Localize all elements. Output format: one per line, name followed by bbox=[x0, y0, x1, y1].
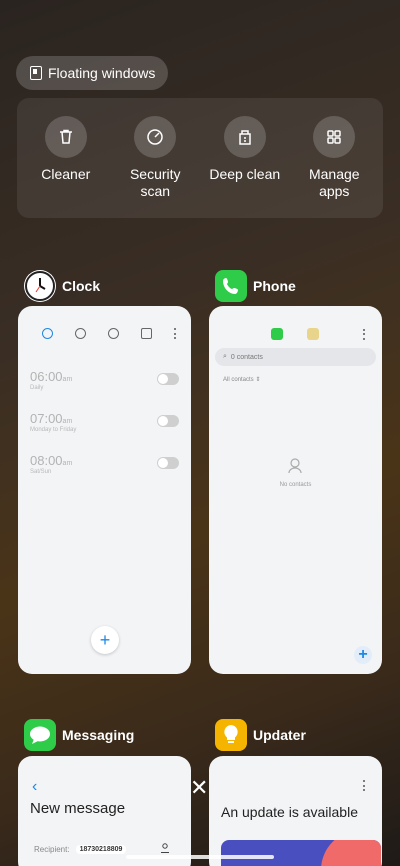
floating-window-icon bbox=[30, 66, 42, 80]
clock-app-card[interactable]: 06:00am Daily 07:00am Monday to Friday 0… bbox=[18, 306, 191, 674]
contacts-count: 0 contacts bbox=[230, 353, 263, 361]
cleaner-button[interactable]: Cleaner bbox=[21, 116, 111, 218]
messaging-app-header[interactable]: Messaging bbox=[24, 719, 134, 751]
updater-app-name: Updater bbox=[253, 727, 306, 743]
updater-app-card[interactable]: An update is available bbox=[209, 756, 382, 866]
alarm-item[interactable]: 07:00am Monday to Friday bbox=[30, 411, 191, 453]
contacts-search-input[interactable]: ⌕ 0 contacts bbox=[215, 348, 376, 366]
new-message-title: New message bbox=[30, 800, 126, 817]
phone-app-card[interactable]: ⌕ 0 contacts All contacts ⇕ No contacts … bbox=[209, 306, 382, 674]
clock-app-name: Clock bbox=[62, 278, 101, 294]
search-icon: ⌕ bbox=[223, 353, 227, 360]
timer-tab-icon[interactable] bbox=[141, 328, 152, 339]
messaging-app-card[interactable]: ‹ New message Recipient: 18730218809 bbox=[18, 756, 191, 866]
add-alarm-button[interactable]: + bbox=[91, 626, 119, 654]
messaging-app-icon bbox=[24, 719, 56, 751]
home-indicator[interactable] bbox=[126, 855, 274, 859]
deep-clean-label: Deep clean bbox=[209, 166, 281, 182]
deep-clean-button[interactable]: Deep clean bbox=[200, 116, 290, 218]
more-options-icon[interactable] bbox=[363, 780, 366, 791]
clock-app-icon bbox=[24, 270, 56, 302]
phone-tabs bbox=[209, 306, 382, 340]
world-clock-tab-icon[interactable] bbox=[75, 328, 86, 339]
clock-app-header[interactable]: Clock bbox=[24, 270, 100, 302]
recipient-chip[interactable]: 18730218809 bbox=[75, 844, 127, 854]
contacts-tab-icon[interactable] bbox=[307, 328, 319, 340]
alarm-item[interactable]: 06:00am Daily bbox=[30, 369, 191, 411]
phone-app-header[interactable]: Phone bbox=[215, 270, 296, 302]
floating-windows-label: Floating windows bbox=[48, 65, 156, 81]
quick-tools-panel: Cleaner Security scan Deep clean Manage ap… bbox=[17, 98, 383, 218]
deep-clean-icon bbox=[223, 116, 266, 158]
phone-tab-icon[interactable] bbox=[271, 328, 283, 340]
trash-icon bbox=[44, 116, 87, 158]
updater-app-icon bbox=[215, 719, 247, 751]
alarm-toggle[interactable] bbox=[157, 457, 179, 469]
stopwatch-tab-icon[interactable] bbox=[108, 328, 119, 339]
manage-apps-label: Manage apps bbox=[308, 166, 360, 199]
add-contact-icon[interactable] bbox=[160, 843, 170, 855]
alarm-tab-icon[interactable] bbox=[42, 328, 53, 339]
update-available-title: An update is available bbox=[221, 804, 358, 820]
alarm-toggle[interactable] bbox=[157, 373, 179, 385]
security-scan-icon bbox=[134, 116, 177, 158]
alarm-item[interactable]: 08:00am Sat/Sun bbox=[30, 453, 191, 495]
security-scan-button[interactable]: Security scan bbox=[111, 116, 201, 218]
recipient-label: Recipient: bbox=[34, 844, 70, 854]
security-scan-label: Security scan bbox=[129, 166, 181, 199]
alarm-repeat: Daily bbox=[30, 385, 44, 391]
alarm-toggle[interactable] bbox=[157, 415, 179, 427]
update-banner-image bbox=[221, 840, 381, 866]
empty-state-label: No contacts bbox=[279, 482, 312, 488]
more-options-icon[interactable] bbox=[363, 328, 366, 340]
alarm-repeat: Monday to Friday bbox=[30, 427, 77, 433]
contacts-filter-dropdown[interactable]: All contacts ⇕ bbox=[223, 376, 382, 383]
close-all-icon[interactable]: ✕ bbox=[190, 775, 208, 801]
phone-app-name: Phone bbox=[253, 278, 296, 294]
more-options-icon[interactable] bbox=[174, 328, 177, 339]
alarm-repeat: Sat/Sun bbox=[30, 469, 52, 475]
back-arrow-icon[interactable]: ‹ bbox=[32, 778, 37, 796]
cleaner-label: Cleaner bbox=[41, 166, 91, 182]
recipient-row[interactable]: Recipient: 18730218809 bbox=[34, 843, 170, 855]
updater-app-header[interactable]: Updater bbox=[215, 719, 306, 751]
clock-tabs bbox=[18, 306, 191, 339]
phone-app-icon bbox=[215, 270, 247, 302]
add-contact-button[interactable]: + bbox=[354, 646, 372, 664]
grid-icon bbox=[313, 116, 356, 158]
person-icon bbox=[288, 458, 302, 479]
floating-windows-button[interactable]: Floating windows bbox=[16, 56, 168, 90]
messaging-app-name: Messaging bbox=[62, 727, 135, 743]
manage-apps-button[interactable]: Manage apps bbox=[290, 116, 380, 218]
